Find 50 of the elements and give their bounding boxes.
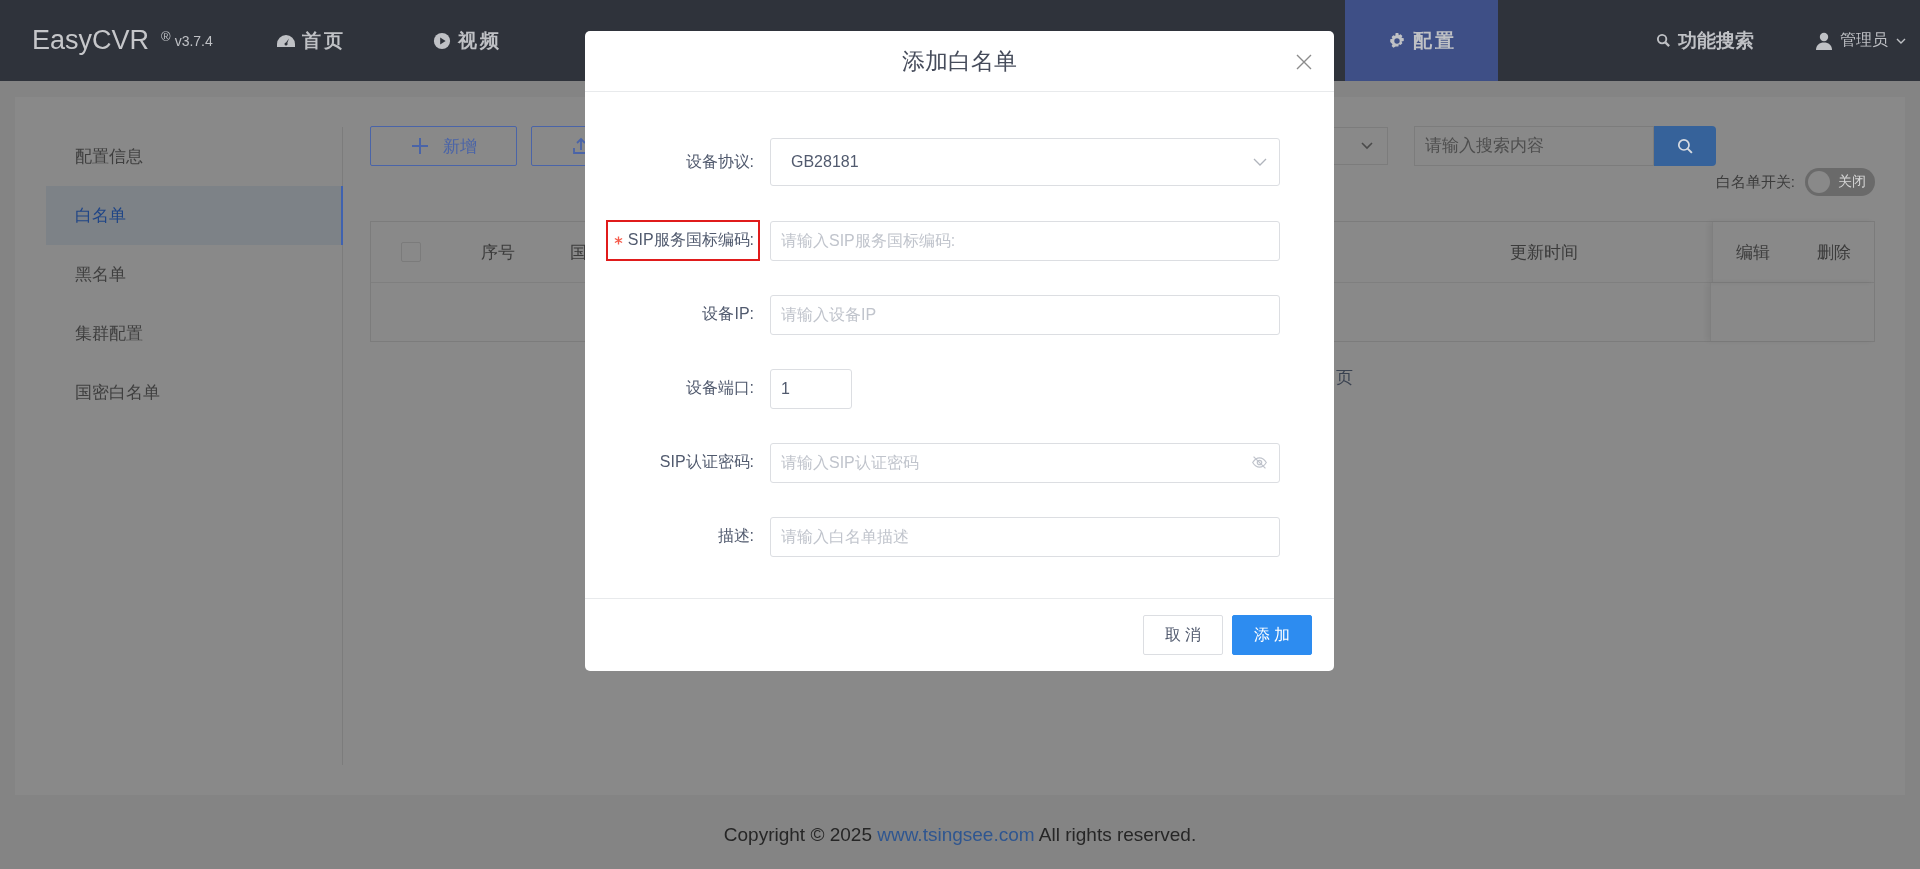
field-label: 设备IP: — [701, 304, 755, 324]
field-label: SIP认证密码: — [658, 452, 755, 472]
sidebar-item[interactable]: 国密白名单 — [46, 363, 342, 422]
port-field[interactable]: 1 — [770, 368, 852, 409]
column-header: 更新时间 — [1509, 241, 1578, 264]
search-icon — [1656, 33, 1671, 48]
app-logo: EasyCVR — [32, 25, 150, 56]
user-menu[interactable]: 管理员 — [1816, 30, 1906, 51]
input-field[interactable]: 请输入SIP服务国标编码: — [770, 220, 1280, 261]
close-icon[interactable] — [1296, 54, 1312, 70]
chevron-down-icon — [1361, 142, 1373, 150]
field-label: 描述: — [716, 526, 755, 546]
sidebar-item[interactable]: 集群配置 — [46, 304, 342, 363]
nav-item[interactable]: 配置 — [1345, 0, 1498, 81]
sidebar-item[interactable]: 配置信息 — [46, 127, 342, 186]
dialog-title: 添加白名单 — [902, 46, 1017, 76]
play-icon — [431, 31, 452, 50]
user-icon — [1816, 31, 1832, 50]
chevron-down-icon — [1253, 158, 1267, 166]
cancel-button[interactable]: 取 消 — [1143, 615, 1223, 655]
column-header: 删除 — [1816, 242, 1851, 262]
copyright-text: Copyright © 2025 www.tsingsee.com All rights reserved. — [723, 823, 1197, 846]
nav-item[interactable]: 视频 — [431, 0, 588, 81]
field-label: 设备协议: — [684, 151, 755, 172]
input-field[interactable]: 请输入设备IP — [770, 294, 1280, 335]
required-icon — [613, 236, 623, 245]
column-header: 编辑 — [1736, 242, 1771, 262]
column-header: 国 — [570, 241, 587, 264]
version-label: v3.7.4 — [174, 32, 213, 49]
pagination-text: 页 — [1336, 368, 1353, 387]
nav-item[interactable]: 首页 — [275, 0, 432, 81]
add-confirm-button[interactable]: 添 加 — [1232, 615, 1312, 655]
search-field[interactable]: 请输入搜索内容 — [1414, 126, 1654, 166]
feature-search-link[interactable]: 功能搜索 — [1656, 27, 1754, 54]
password-field[interactable]: 请输入SIP认证密码 — [770, 442, 1280, 483]
switch-label: 白名单开关: — [1715, 172, 1795, 192]
website-link[interactable]: www.tsingsee.com — [877, 823, 1035, 845]
search-icon — [1676, 137, 1694, 155]
whitelist-switch[interactable]: 关闭 — [1805, 168, 1875, 196]
caret-icon — [1896, 37, 1906, 44]
column-header: 序号 — [480, 241, 515, 264]
search-button[interactable] — [1654, 126, 1716, 166]
registered-mark: ® — [161, 29, 171, 44]
field-label: 设备端口: — [684, 378, 755, 398]
input-field[interactable]: 请输入白名单描述 — [770, 516, 1280, 557]
field-label: SIP服务国标编码: — [605, 220, 760, 261]
sidebar-item[interactable]: 黑名单 — [46, 245, 342, 304]
plus-icon — [410, 137, 429, 155]
protocol-select[interactable]: GB28181 — [770, 138, 1280, 186]
sidebar-item[interactable]: 白名单 — [46, 186, 343, 245]
